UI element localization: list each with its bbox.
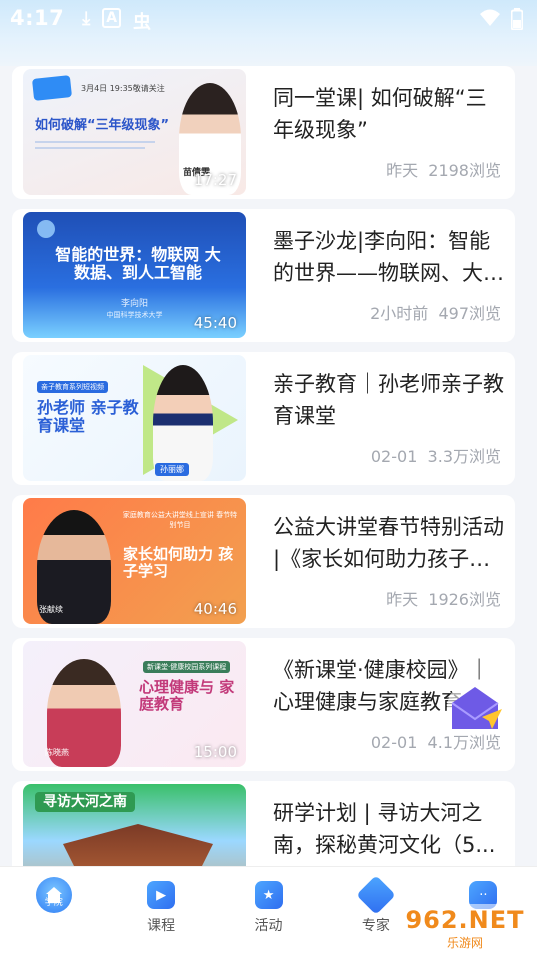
video-card[interactable]: 亲子教育系列短视频 孙老师 亲子教育课堂 孙丽娜 亲子教育｜孙老师亲子教育课堂 … <box>12 352 515 485</box>
site-watermark: 962.NET 乐游网 <box>398 904 532 952</box>
video-card[interactable]: 3月4日 19:35敬请关注 如何破解“三年级现象” 苗倩雯 17:27 同一堂… <box>12 66 515 199</box>
view-count: 497浏览 <box>438 304 501 323</box>
tab-home[interactable]: 学院 <box>0 867 107 956</box>
video-thumbnail[interactable]: 3月4日 19:35敬请关注 如何破解“三年级现象” 苗倩雯 17:27 <box>23 69 246 195</box>
video-thumbnail[interactable]: 家庭教育公益大讲堂线上宣讲 春节特别节目 家长如何助力 孩子学习 张献续 40:… <box>23 498 246 624</box>
thumb-name: 张献续 <box>39 605 63 614</box>
thumb-subtitle: 李向阳 <box>120 299 148 309</box>
watermark-text: 乐游网 <box>446 935 483 950</box>
time-ago: 2小时前 <box>370 304 429 323</box>
wifi-icon <box>479 8 501 35</box>
video-info[interactable]: 亲子教育｜孙老师亲子教育课堂 02-01 3.3万浏览 <box>246 352 515 485</box>
view-count: 2198浏览 <box>428 161 501 180</box>
a-icon: A <box>102 8 122 28</box>
message-float-button[interactable] <box>446 679 504 737</box>
thumb-subtitle: 家庭教育公益大讲堂线上宣讲 春节特别节目 <box>122 511 238 529</box>
video-title[interactable]: 亲子教育｜孙老师亲子教育课堂 <box>273 368 507 432</box>
video-duration: 15:00 <box>193 743 237 761</box>
thumb-title: 寻访大河之南 <box>35 792 135 813</box>
download-icon: ⤓ <box>82 8 91 29</box>
status-icons-left: ⤓ A 虫 <box>82 8 151 34</box>
tab-courses[interactable]: ▶ 课程 <box>107 867 214 956</box>
tab-label: 学院 <box>44 898 63 908</box>
video-card[interactable]: 智能的世界：物联网 大数据、到人工智能 李向阳 中国科学技术大学 45:40 墨… <box>12 209 515 342</box>
status-time: 4:17 <box>10 6 65 30</box>
thumb-title: 心理健康与 家庭教育 <box>139 678 235 714</box>
video-meta: 02-01 3.3万浏览 <box>371 443 501 467</box>
tab-label: 专家 <box>361 918 390 934</box>
thumb-subtitle: 新课堂·健康校园系列课程 <box>143 661 231 673</box>
star-icon: ★ <box>254 881 283 909</box>
tab-activities[interactable]: ★ 活动 <box>215 867 322 956</box>
thumb-subtitle: 亲子教育系列短视频 <box>37 381 108 393</box>
bug-icon: 虫 <box>133 12 152 33</box>
video-info[interactable]: 墨子沙龙|李向阳：智能的世界——物联网、大数据、到人工智能 2小时前 497浏览 <box>246 209 515 342</box>
thumb-title: 孙老师 亲子教育课堂 <box>37 398 139 436</box>
logo-icon <box>31 75 73 101</box>
video-thumbnail[interactable]: 智能的世界：物联网 大数据、到人工智能 李向阳 中国科学技术大学 45:40 <box>23 212 246 338</box>
video-meta: 昨天 1926浏览 <box>386 586 501 610</box>
thumb-subtitle: 3月4日 19:35敬请关注 <box>81 84 165 93</box>
tab-label: 课程 <box>147 918 176 934</box>
status-bar: 4:17 ⤓ A 虫 <box>0 0 537 66</box>
video-info[interactable]: 同一堂课| 如何破解“三年级现象” 昨天 2198浏览 <box>246 66 515 199</box>
video-duration: 17:27 <box>193 171 237 189</box>
video-title[interactable]: 墨子沙龙|李向阳：智能的世界——物联网、大数据、到人工智能 <box>273 225 507 289</box>
video-thumbnail[interactable]: 亲子教育系列短视频 孙老师 亲子教育课堂 孙丽娜 <box>23 355 246 481</box>
battery-icon <box>510 8 524 35</box>
time-ago: 昨天 <box>386 161 419 180</box>
thumb-name: 陈晓燕 <box>45 748 69 757</box>
thumb-title: 家长如何助力 孩子学习 <box>123 545 234 581</box>
time-ago: 02-01 <box>370 447 418 466</box>
video-info[interactable]: 研学计划 | 寻访大河之南，探秘黄河文化（5... <box>246 781 515 866</box>
video-card[interactable]: 新课堂·健康校园系列课程 心理健康与 家庭教育 陈晓燕 15:00 《新课堂·健… <box>12 638 515 771</box>
video-title[interactable]: 公益大讲堂春节特别活动 |《家长如何助力孩子学习》 <box>273 511 507 575</box>
video-thumbnail[interactable]: 寻访大河之南 <box>23 784 246 866</box>
view-count: 3.3万浏览 <box>427 447 501 466</box>
thumb-name: 孙丽娜 <box>155 463 189 476</box>
time-ago: 02-01 <box>370 733 418 752</box>
tab-label: 活动 <box>254 918 283 934</box>
video-title[interactable]: 研学计划 | 寻访大河之南，探秘黄河文化（5... <box>273 797 507 861</box>
view-count: 1926浏览 <box>428 590 501 609</box>
video-duration: 40:46 <box>193 600 237 618</box>
video-card[interactable]: 寻访大河之南 研学计划 | 寻访大河之南，探秘黄河文化（5... <box>12 781 515 866</box>
thumb-title: 智能的世界：物联网 大数据、到人工智能 <box>55 245 221 283</box>
video-meta: 2小时前 497浏览 <box>370 300 501 324</box>
video-thumbnail[interactable]: 新课堂·健康校园系列课程 心理健康与 家庭教育 陈晓燕 15:00 <box>23 641 246 767</box>
video-duration: 45:40 <box>193 314 237 332</box>
video-info[interactable]: 公益大讲堂春节特别活动 |《家长如何助力孩子学习》 昨天 1926浏览 <box>246 495 515 628</box>
video-feed[interactable]: 3月4日 19:35敬请关注 如何破解“三年级现象” 苗倩雯 17:27 同一堂… <box>0 66 537 866</box>
thumb-title: 如何破解“三年级现象” <box>35 118 170 133</box>
cube-icon <box>356 875 396 915</box>
status-icons-right <box>479 8 524 35</box>
time-ago: 昨天 <box>386 590 419 609</box>
envelope-icon <box>447 680 503 736</box>
video-meta: 昨天 2198浏览 <box>386 157 501 181</box>
video-card[interactable]: 家庭教育公益大讲堂线上宣讲 春节特别节目 家长如何助力 孩子学习 张献续 40:… <box>12 495 515 628</box>
video-title[interactable]: 同一堂课| 如何破解“三年级现象” <box>273 82 507 146</box>
play-icon: ▶ <box>147 881 176 909</box>
watermark-logo: 962.NET <box>405 905 525 934</box>
